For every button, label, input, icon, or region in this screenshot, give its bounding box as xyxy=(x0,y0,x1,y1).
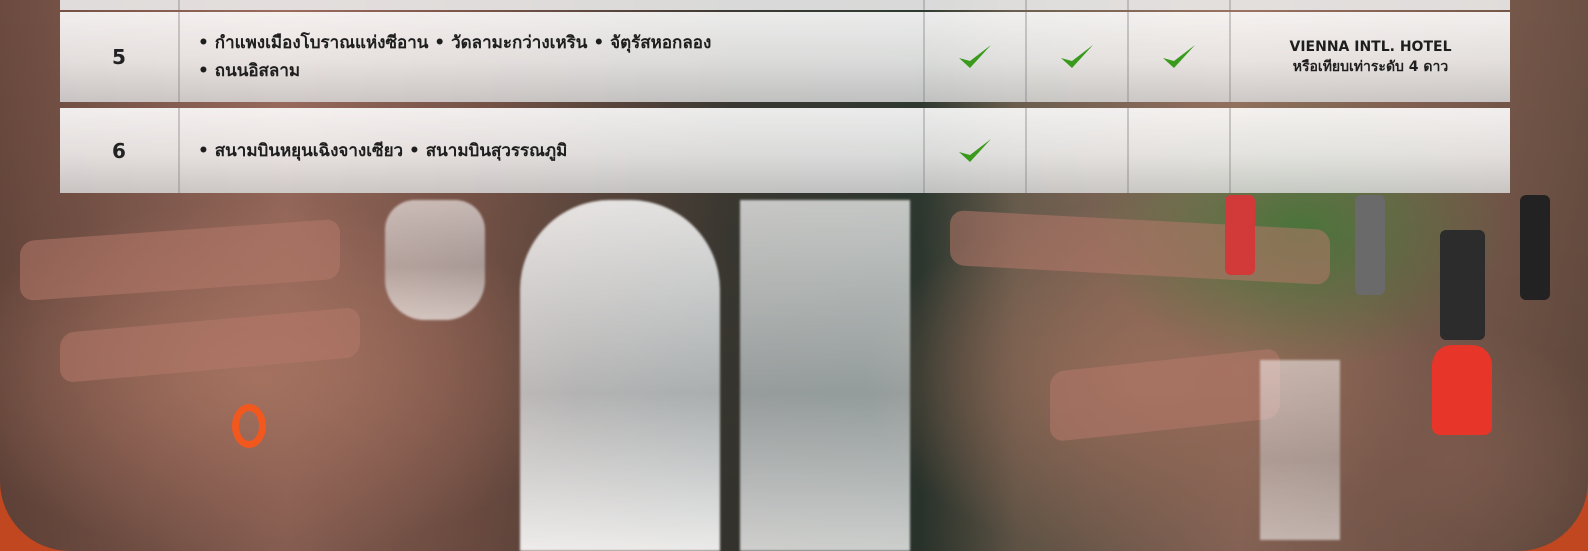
rock-ledge xyxy=(20,218,340,302)
description-line: • สนามบินหยุนเฉิงจางเซียว • สนามบินสุวรร… xyxy=(198,140,568,161)
tourist-figure xyxy=(1225,195,1255,275)
meal-lunch xyxy=(1027,108,1129,193)
description-line: • ถนนอิสลาม xyxy=(198,61,301,81)
meal-dinner xyxy=(1129,12,1231,102)
day-description: • สนามบินหยุนเฉิงจางเซียว • สนามบินสุวรร… xyxy=(180,108,925,193)
day-number: 5 xyxy=(60,12,180,102)
check-icon xyxy=(1058,42,1096,72)
meal-breakfast xyxy=(925,12,1027,102)
hotel-note: หรือเทียบเท่าระดับ 4 ดาว xyxy=(1292,59,1449,75)
hotel-name: VIENNA INTL. HOTEL xyxy=(1289,39,1452,55)
meal-breakfast xyxy=(925,108,1027,193)
check-icon xyxy=(1160,42,1198,72)
waterfall xyxy=(740,200,910,551)
hotel-info: VIENNA INTL. HOTEL หรือเทียบเท่าระดับ 4 … xyxy=(1231,12,1510,102)
itinerary-row: 5 • กำแพงเมืองโบราณแห่งซีอาน • วัดลามะกว… xyxy=(60,12,1510,102)
day-number: 6 xyxy=(60,108,180,193)
check-icon xyxy=(956,136,994,166)
tourist-figure xyxy=(1432,345,1492,435)
description-line: • กำแพงเมืองโบราณแห่งซีอาน • วัดลามะกว่า… xyxy=(198,33,712,53)
rock-ledge xyxy=(950,210,1330,285)
waterfall xyxy=(385,200,485,320)
waterfall xyxy=(520,200,720,551)
rock-ledge xyxy=(60,306,360,384)
itinerary-row: 6 • สนามบินหยุนเฉิงจางเซียว • สนามบินสุว… xyxy=(60,108,1510,193)
itinerary-row-previous xyxy=(60,0,1510,10)
day-description: • กำแพงเมืองโบราณแห่งซีอาน • วัดลามะกว่า… xyxy=(180,12,925,102)
tourist-figure xyxy=(1520,195,1550,300)
hotel-info xyxy=(1231,108,1510,193)
rock-ledge xyxy=(1050,347,1280,443)
check-icon xyxy=(956,42,994,72)
tourist-figure xyxy=(1355,195,1385,295)
tourist-figure xyxy=(1440,230,1485,340)
waterfall xyxy=(1260,360,1340,540)
lifebuoy xyxy=(232,404,266,448)
meal-lunch xyxy=(1027,12,1129,102)
meal-dinner xyxy=(1129,108,1231,193)
